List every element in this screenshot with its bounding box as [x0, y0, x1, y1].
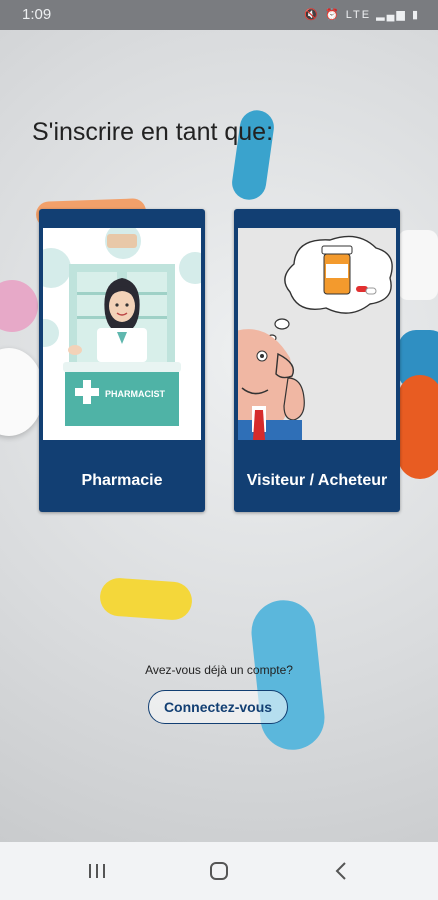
pharmacy-card[interactable]: PHARMACIST Pharmacie — [39, 209, 205, 512]
status-time: 1:09 — [22, 6, 52, 23]
mute-icon: 🔇 — [304, 9, 320, 21]
status-bar: 1:09 🔇 ⏰ LTE ▂▄▆ ▮ — [0, 0, 438, 30]
recent-apps-icon — [89, 864, 105, 878]
navigation-bar — [0, 842, 438, 900]
login-button[interactable]: Connectez-vous — [148, 690, 288, 724]
battery-icon: ▮ — [411, 9, 420, 21]
visitor-card-label: Visiteur / Acheteur — [246, 472, 388, 489]
visitor-illustration — [238, 228, 396, 440]
pharmacist-illustration: PHARMACIST — [43, 228, 201, 440]
visitor-card[interactable]: Visiteur / Acheteur — [234, 209, 400, 512]
signal-icon: ▂▄▆ — [376, 9, 407, 21]
page-title: S'inscrire en tant que: — [32, 118, 274, 146]
alarm-icon: ⏰ — [324, 9, 341, 21]
pharmacist-sign-text: PHARMACIST — [105, 389, 166, 399]
recent-apps-button[interactable] — [79, 858, 115, 884]
home-button[interactable] — [201, 858, 237, 884]
back-icon — [335, 862, 346, 880]
lte-icon: LTE — [345, 9, 372, 21]
back-button[interactable] — [323, 858, 359, 884]
home-icon — [210, 862, 228, 880]
status-icons: 🔇 ⏰ LTE ▂▄▆ ▮ — [304, 8, 420, 21]
pharmacy-card-label: Pharmacie — [81, 472, 163, 489]
account-question: Avez-vous déjà un compte? — [145, 663, 293, 677]
